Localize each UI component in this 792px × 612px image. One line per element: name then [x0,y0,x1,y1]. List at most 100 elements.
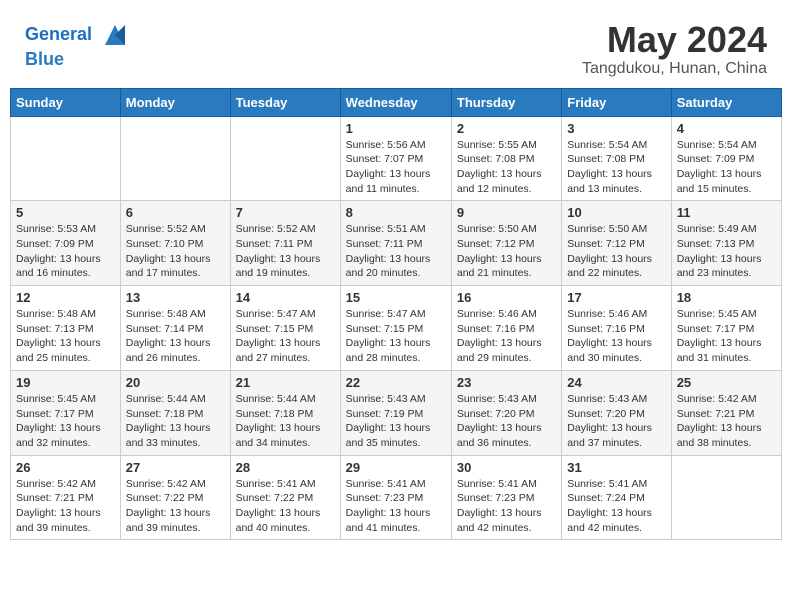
day-number: 27 [126,460,225,475]
logo-general: General [25,24,92,44]
day-info: Sunrise: 5:46 AM Sunset: 7:16 PM Dayligh… [457,307,556,366]
location-title: Tangdukou, Hunan, China [582,60,767,78]
day-number: 23 [457,375,556,390]
calendar-cell: 15Sunrise: 5:47 AM Sunset: 7:15 PM Dayli… [340,286,451,371]
weekday-header: Sunday [11,88,121,116]
calendar-cell: 21Sunrise: 5:44 AM Sunset: 7:18 PM Dayli… [230,370,340,455]
day-number: 14 [236,290,335,305]
day-info: Sunrise: 5:41 AM Sunset: 7:23 PM Dayligh… [346,477,446,536]
calendar-cell: 12 Sunrise: 5:48 AM Sunset: 7:13 PM Dayli… [11,286,121,371]
day-info: Sunrise: 5:54 AM Sunset: 7:09 PM Dayligh… [677,138,776,197]
day-info: Sunrise: 5:46 AM Sunset: 7:16 PM Dayligh… [567,307,665,366]
calendar-cell: 29 Sunrise: 5:41 AM Sunset: 7:23 PM Dayli… [340,455,451,540]
calendar-cell: 9 Sunrise: 5:50 AM Sunset: 7:12 PM Daylig… [451,201,561,286]
weekday-header: Friday [562,88,671,116]
calendar-cell: 18 Sunrise: 5:45 AM Sunset: 7:17 PM Dayli… [671,286,781,371]
calendar-week-row: 26Sunrise: 5:42 AM Sunset: 7:21 PM Dayli… [11,455,782,540]
day-number: 2 [457,121,556,136]
day-info: Sunrise: 5:51 AM Sunset: 7:11 PM Dayligh… [346,222,446,281]
day-info: Sunrise: 5:49 AM Sunset: 7:13 PM Dayligh… [677,222,776,281]
calendar-cell: 4 Sunrise: 5:54 AM Sunset: 7:09 PM Daylig… [671,116,781,201]
day-info: Sunrise: 5:45 AM Sunset: 7:17 PM Dayligh… [16,392,115,451]
calendar-cell: 5Sunrise: 5:53 AM Sunset: 7:09 PM Daylig… [11,201,121,286]
calendar-cell: 25Sunrise: 5:42 AM Sunset: 7:21 PM Dayli… [671,370,781,455]
day-number: 5 [16,205,115,220]
day-info: Sunrise: 5:56 AM Sunset: 7:07 PM Dayligh… [346,138,446,197]
calendar-cell: 11 Sunrise: 5:49 AM Sunset: 7:13 PM Dayli… [671,201,781,286]
calendar-cell: 14 Sunrise: 5:47 AM Sunset: 7:15 PM Dayli… [230,286,340,371]
day-info: Sunrise: 5:48 AM Sunset: 7:13 PM Dayligh… [16,307,115,366]
weekday-header: Thursday [451,88,561,116]
day-number: 20 [126,375,225,390]
calendar-week-row: 12 Sunrise: 5:48 AM Sunset: 7:13 PM Dayli… [11,286,782,371]
calendar-cell: 7Sunrise: 5:52 AM Sunset: 7:11 PM Daylig… [230,201,340,286]
day-number: 9 [457,205,556,220]
day-number: 10 [567,205,665,220]
day-info: Sunrise: 5:48 AM Sunset: 7:14 PM Dayligh… [126,307,225,366]
day-number: 8 [346,205,446,220]
calendar-cell: 27Sunrise: 5:42 AM Sunset: 7:22 PM Dayli… [120,455,230,540]
calendar-cell: 17 Sunrise: 5:46 AM Sunset: 7:16 PM Dayli… [562,286,671,371]
day-number: 6 [126,205,225,220]
day-number: 28 [236,460,335,475]
day-number: 30 [457,460,556,475]
calendar-week-row: 19 Sunrise: 5:45 AM Sunset: 7:17 PM Dayli… [11,370,782,455]
calendar-cell [671,455,781,540]
calendar-cell: 19 Sunrise: 5:45 AM Sunset: 7:17 PM Dayli… [11,370,121,455]
calendar-cell [120,116,230,201]
day-number: 24 [567,375,665,390]
day-number: 19 [16,375,115,390]
calendar-cell: 26Sunrise: 5:42 AM Sunset: 7:21 PM Dayli… [11,455,121,540]
calendar-cell: 2 Sunrise: 5:55 AM Sunset: 7:08 PM Daylig… [451,116,561,201]
day-number: 16 [457,290,556,305]
calendar-cell: 3Sunrise: 5:54 AM Sunset: 7:08 PM Daylig… [562,116,671,201]
day-number: 25 [677,375,776,390]
calendar-cell: 16 Sunrise: 5:46 AM Sunset: 7:16 PM Dayli… [451,286,561,371]
logo-blue: Blue [25,50,130,70]
weekday-header: Wednesday [340,88,451,116]
page-header: General Blue May 2024 Tangdukou, Hunan, … [10,10,782,83]
day-number: 18 [677,290,776,305]
day-number: 3 [567,121,665,136]
title-block: May 2024 Tangdukou, Hunan, China [582,20,767,78]
weekday-header: Monday [120,88,230,116]
day-info: Sunrise: 5:47 AM Sunset: 7:15 PM Dayligh… [236,307,335,366]
calendar-cell: 30 Sunrise: 5:41 AM Sunset: 7:23 PM Dayli… [451,455,561,540]
day-number: 29 [346,460,446,475]
calendar-cell: 13 Sunrise: 5:48 AM Sunset: 7:14 PM Dayli… [120,286,230,371]
day-info: Sunrise: 5:52 AM Sunset: 7:10 PM Dayligh… [126,222,225,281]
calendar-cell: 31Sunrise: 5:41 AM Sunset: 7:24 PM Dayli… [562,455,671,540]
day-number: 1 [346,121,446,136]
day-info: Sunrise: 5:50 AM Sunset: 7:12 PM Dayligh… [457,222,556,281]
weekday-header: Tuesday [230,88,340,116]
day-info: Sunrise: 5:45 AM Sunset: 7:17 PM Dayligh… [677,307,776,366]
day-number: 7 [236,205,335,220]
day-info: Sunrise: 5:43 AM Sunset: 7:20 PM Dayligh… [567,392,665,451]
day-info: Sunrise: 5:55 AM Sunset: 7:08 PM Dayligh… [457,138,556,197]
calendar-cell: 6 Sunrise: 5:52 AM Sunset: 7:10 PM Daylig… [120,201,230,286]
calendar-cell: 8 Sunrise: 5:51 AM Sunset: 7:11 PM Daylig… [340,201,451,286]
month-title: May 2024 [582,20,767,60]
day-info: Sunrise: 5:43 AM Sunset: 7:20 PM Dayligh… [457,392,556,451]
day-info: Sunrise: 5:41 AM Sunset: 7:24 PM Dayligh… [567,477,665,536]
day-number: 26 [16,460,115,475]
calendar-week-row: 1 Sunrise: 5:56 AM Sunset: 7:07 PM Daylig… [11,116,782,201]
day-number: 11 [677,205,776,220]
calendar-cell: 28 Sunrise: 5:41 AM Sunset: 7:22 PM Dayli… [230,455,340,540]
calendar-table: SundayMondayTuesdayWednesdayThursdayFrid… [10,88,782,541]
calendar-cell: 1 Sunrise: 5:56 AM Sunset: 7:07 PM Daylig… [340,116,451,201]
logo-icon [100,20,130,50]
day-number: 15 [346,290,446,305]
calendar-week-row: 5Sunrise: 5:53 AM Sunset: 7:09 PM Daylig… [11,201,782,286]
day-info: Sunrise: 5:41 AM Sunset: 7:23 PM Dayligh… [457,477,556,536]
day-number: 12 [16,290,115,305]
day-number: 22 [346,375,446,390]
calendar-cell: 22Sunrise: 5:43 AM Sunset: 7:19 PM Dayli… [340,370,451,455]
day-info: Sunrise: 5:44 AM Sunset: 7:18 PM Dayligh… [126,392,225,451]
calendar-cell [11,116,121,201]
logo: General Blue [25,20,130,70]
day-number: 17 [567,290,665,305]
day-number: 4 [677,121,776,136]
day-number: 13 [126,290,225,305]
day-info: Sunrise: 5:41 AM Sunset: 7:22 PM Dayligh… [236,477,335,536]
